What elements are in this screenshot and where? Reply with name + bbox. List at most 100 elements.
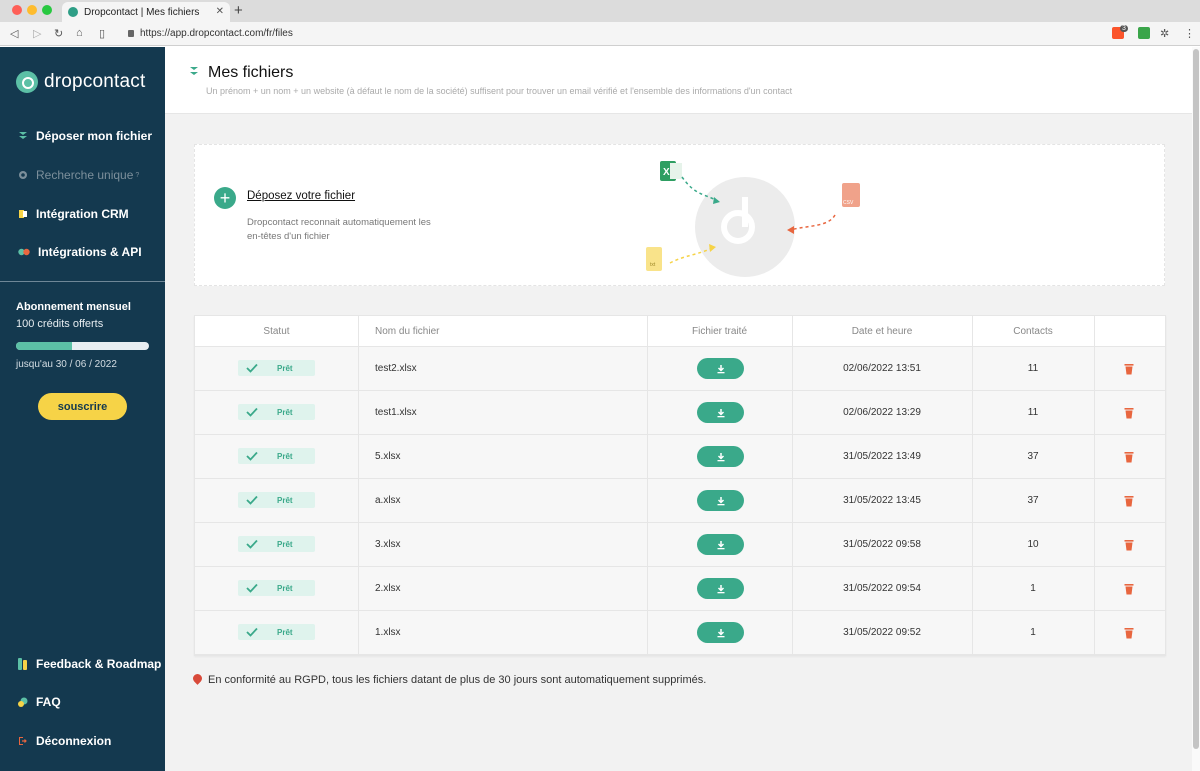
trash-icon[interactable] bbox=[1124, 539, 1134, 551]
download-icon bbox=[717, 628, 724, 637]
url-field[interactable]: https://app.dropcontact.com/fr/files bbox=[128, 28, 293, 39]
trash-icon[interactable] bbox=[1124, 407, 1134, 419]
help-badge[interactable]: ? bbox=[135, 172, 139, 179]
back-icon[interactable]: ◁ bbox=[10, 27, 18, 40]
page-scrollbar[interactable] bbox=[1192, 47, 1200, 771]
check-icon bbox=[246, 363, 258, 373]
puzzle-icon[interactable]: ✲ bbox=[1160, 27, 1169, 40]
download-button[interactable] bbox=[697, 622, 744, 643]
maximize-window-icon[interactable] bbox=[42, 5, 52, 15]
add-file-icon[interactable]: + bbox=[214, 187, 236, 209]
trash-icon[interactable] bbox=[1124, 627, 1134, 639]
upload-icon bbox=[19, 132, 27, 139]
dropzone-title[interactable]: Déposez votre fichier bbox=[247, 190, 355, 202]
download-button[interactable] bbox=[697, 490, 744, 511]
search-target-icon bbox=[19, 171, 27, 179]
check-icon bbox=[246, 407, 258, 417]
status-text: Prêt bbox=[277, 627, 293, 637]
tab-close-icon[interactable]: ✕ bbox=[216, 6, 224, 17]
contacts-count: 37 bbox=[1027, 495, 1039, 506]
trash-icon[interactable] bbox=[1124, 583, 1134, 595]
trash-icon[interactable] bbox=[1124, 451, 1134, 463]
file-dropzone[interactable]: + Déposez votre fichier Dropcontact reco… bbox=[194, 144, 1165, 286]
sidebar-item-single-search[interactable]: Recherche unique ? bbox=[18, 168, 139, 182]
download-button[interactable] bbox=[697, 358, 744, 379]
sidebar-item-upload[interactable]: Déposer mon fichier bbox=[18, 129, 152, 143]
sidebar-item-faq[interactable]: FAQ bbox=[18, 695, 61, 709]
table-row: Prêt 2.xlsx 31/05/2022 09:54 1 bbox=[195, 567, 1165, 611]
column-header-contacts: Contacts bbox=[1013, 326, 1053, 337]
tab-title: Dropcontact | Mes fichiers bbox=[84, 6, 200, 18]
logout-icon bbox=[19, 737, 27, 745]
file-name: test2.xlsx bbox=[375, 363, 417, 374]
download-button[interactable] bbox=[697, 578, 744, 599]
txt-label: txt bbox=[650, 262, 656, 268]
status-badge: Prêt bbox=[238, 492, 315, 508]
sidebar-item-label: Feedback & Roadmap bbox=[36, 657, 162, 671]
contacts-count: 37 bbox=[1027, 451, 1039, 462]
api-icon bbox=[18, 248, 30, 256]
column-header-status: Statut bbox=[263, 326, 290, 337]
status-text: Prêt bbox=[277, 451, 293, 461]
download-icon bbox=[717, 364, 724, 373]
forward-icon[interactable]: ▷ bbox=[33, 27, 41, 40]
sidebar-item-feedback[interactable]: Feedback & Roadmap bbox=[18, 657, 161, 671]
minimize-window-icon[interactable] bbox=[27, 5, 37, 15]
sidebar-item-logout[interactable]: Déconnexion bbox=[18, 734, 111, 748]
table-row: Prêt 5.xlsx 31/05/2022 13:49 37 bbox=[195, 435, 1165, 479]
download-icon bbox=[717, 408, 724, 417]
crm-icon bbox=[19, 210, 27, 218]
faq-icon bbox=[18, 697, 28, 707]
sidebar-item-api[interactable]: Intégrations & API bbox=[18, 245, 142, 259]
trash-icon[interactable] bbox=[1124, 363, 1134, 375]
browser-tab[interactable]: Dropcontact | Mes fichiers ✕ bbox=[62, 2, 230, 22]
table-row: Prêt test2.xlsx 02/06/2022 13:51 11 bbox=[195, 347, 1165, 391]
csv-label: CSV bbox=[843, 200, 854, 206]
sidebar-item-label: Intégration CRM bbox=[36, 207, 129, 221]
reload-icon[interactable]: ↻ bbox=[54, 27, 63, 40]
column-divider bbox=[792, 316, 793, 655]
main-content: Mes fichiers Un prénom + un nom + un web… bbox=[165, 47, 1200, 771]
subscription-title: Abonnement mensuel bbox=[16, 301, 131, 313]
sidebar-item-label: Intégrations & API bbox=[38, 245, 142, 259]
new-tab-button[interactable]: + bbox=[234, 2, 243, 19]
sidebar-item-crm[interactable]: Intégration CRM bbox=[18, 207, 129, 221]
file-datetime: 02/06/2022 13:29 bbox=[843, 407, 921, 418]
file-name: test1.xlsx bbox=[375, 407, 417, 418]
file-name: 3.xlsx bbox=[375, 539, 401, 550]
lock-icon bbox=[128, 30, 134, 37]
home-icon[interactable]: ⌂ bbox=[76, 27, 83, 39]
table-row: Prêt 3.xlsx 31/05/2022 09:58 10 bbox=[195, 523, 1165, 567]
download-button[interactable] bbox=[697, 446, 744, 467]
rgpd-note-text: En conformité au RGPD, tous les fichiers… bbox=[208, 674, 707, 686]
column-header-datetime: Date et heure bbox=[851, 326, 913, 337]
credits-progress-bar bbox=[16, 342, 149, 350]
close-window-icon[interactable] bbox=[12, 5, 22, 15]
file-datetime: 31/05/2022 09:54 bbox=[843, 583, 921, 594]
file-upload-illustration: X CSV txt bbox=[646, 161, 860, 277]
credits-progress-fill bbox=[16, 342, 72, 350]
download-extension-icon[interactable] bbox=[1138, 27, 1150, 39]
column-header-filename: Nom du fichier bbox=[375, 326, 440, 337]
check-icon bbox=[246, 495, 258, 505]
download-button[interactable] bbox=[697, 534, 744, 555]
sidebar-item-label: Déconnexion bbox=[36, 734, 112, 748]
subscribe-button[interactable]: souscrire bbox=[38, 393, 127, 420]
logo[interactable]: dropcontact bbox=[16, 71, 146, 93]
sidebar-item-label: Déposer mon fichier bbox=[36, 129, 153, 143]
trash-icon[interactable] bbox=[1124, 495, 1134, 507]
file-name: 1.xlsx bbox=[375, 627, 401, 638]
status-badge: Prêt bbox=[238, 360, 315, 376]
menu-icon[interactable]: ⋮ bbox=[1184, 27, 1195, 40]
status-text: Prêt bbox=[277, 407, 293, 417]
column-header-processed-file: Fichier traité bbox=[691, 326, 747, 337]
scrollbar-thumb[interactable] bbox=[1193, 49, 1199, 749]
file-datetime: 02/06/2022 13:51 bbox=[843, 363, 921, 374]
upload-icon bbox=[190, 67, 198, 75]
contacts-count: 11 bbox=[1027, 363, 1039, 374]
page-header: Mes fichiers Un prénom + un nom + un web… bbox=[165, 47, 1200, 114]
status-text: Prêt bbox=[277, 583, 293, 593]
address-bar: ◁ ▷ ↻ ⌂ ▯ https://app.dropcontact.com/fr… bbox=[0, 22, 1200, 46]
download-button[interactable] bbox=[697, 402, 744, 423]
bookmark-icon[interactable]: ▯ bbox=[99, 27, 105, 40]
